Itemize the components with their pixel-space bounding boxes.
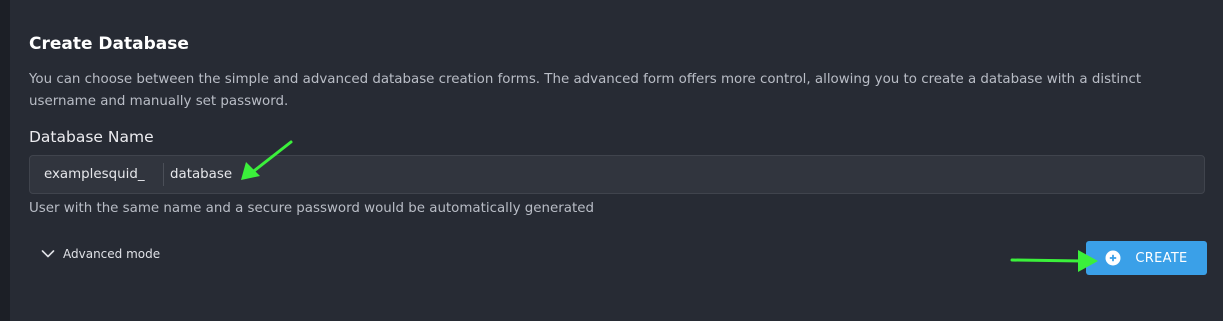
- input-divider: [163, 163, 164, 186]
- chevron-down-icon: [41, 250, 55, 258]
- database-name-prefix: examplesquid_: [44, 167, 145, 182]
- advanced-mode-label: Advanced mode: [63, 247, 161, 261]
- database-name-input-group: examplesquid_: [29, 155, 1205, 194]
- database-name-label: Database Name: [29, 128, 154, 146]
- database-name-input[interactable]: [170, 156, 1190, 193]
- plus-circle-icon: [1105, 250, 1121, 266]
- card-title: Create Database: [29, 34, 189, 54]
- create-button[interactable]: CREATE: [1086, 241, 1207, 275]
- advanced-mode-toggle[interactable]: Advanced mode: [41, 244, 160, 264]
- create-database-card: Create Database You can choose between t…: [10, 0, 1223, 321]
- database-name-hint: User with the same name and a secure pas…: [29, 201, 594, 216]
- create-button-label: CREATE: [1135, 250, 1188, 266]
- card-description: You can choose between the simple and ad…: [29, 72, 1142, 109]
